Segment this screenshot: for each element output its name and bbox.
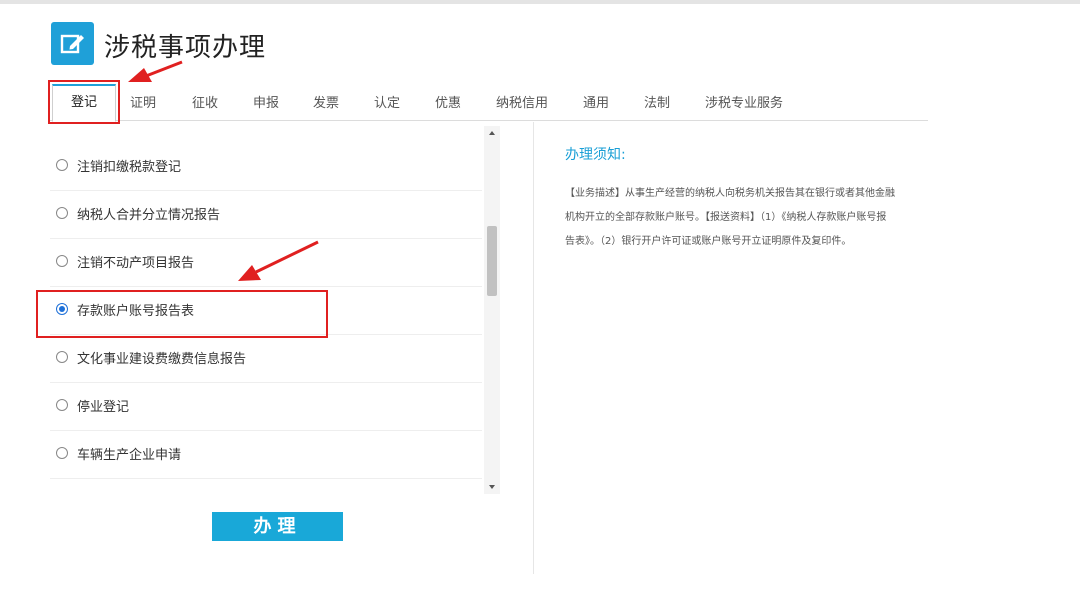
annotation-arrow-tab [128, 60, 183, 82]
handle-button[interactable]: 办理 [212, 512, 343, 541]
radio-button[interactable] [56, 399, 68, 411]
list-item[interactable]: 文化事业建设费缴费信息报告 [50, 334, 482, 383]
tab-certificate[interactable]: 证明 [130, 92, 156, 111]
tab-legal[interactable]: 法制 [644, 92, 670, 111]
edit-icon [51, 22, 94, 65]
list-item[interactable]: 注销不动产项目报告 [50, 238, 482, 287]
tab-general[interactable]: 通用 [583, 92, 609, 111]
list-item[interactable]: 存款账户账号报告表 [50, 286, 482, 335]
list-scrollbar[interactable] [484, 126, 500, 494]
top-border [0, 0, 1080, 4]
tab-registration[interactable]: 登记 [52, 84, 116, 122]
tab-tax-professional-service[interactable]: 涉税专业服务 [705, 92, 783, 111]
list-item-label: 停业登记 [77, 400, 130, 415]
scroll-down-arrow-icon[interactable] [484, 480, 500, 494]
tab-bar: 登记 证明 征收 申报 发票 认定 优惠 纳税信用 通用 法制 涉税专业服务 [50, 84, 928, 122]
radio-button[interactable] [56, 351, 68, 363]
scroll-up-arrow-icon[interactable] [484, 126, 500, 140]
tab-preference[interactable]: 优惠 [435, 92, 461, 111]
radio-button[interactable] [56, 255, 68, 267]
list-item-label: 存款账户账号报告表 [77, 304, 195, 319]
matter-list: 注销扣缴税款登记 纳税人合并分立情况报告 注销不动产项目报告 存款账户账号报告表… [40, 128, 485, 484]
list-item-label: 注销扣缴税款登记 [77, 160, 182, 175]
radio-button[interactable] [56, 447, 68, 459]
list-item-label: 文化事业建设费缴费信息报告 [77, 352, 247, 367]
notice-text: 【业务描述】从事生产经营的纳税人向税务机关报告其在银行或者其他金融机构开立的全部… [565, 188, 895, 247]
tab-recognition[interactable]: 认定 [374, 92, 400, 111]
scroll-thumb[interactable] [487, 226, 497, 296]
page-title: 涉税事项办理 [104, 33, 267, 63]
list-item-label: 车辆生产企业申请 [77, 448, 182, 463]
tab-declaration[interactable]: 申报 [253, 92, 279, 111]
list-item[interactable]: 车辆生产企业申请 [50, 430, 482, 479]
list-item[interactable]: 纳税人合并分立情况报告 [50, 190, 482, 239]
tab-collection[interactable]: 征收 [192, 92, 218, 111]
radio-button[interactable] [56, 159, 68, 171]
vertical-divider [533, 122, 534, 574]
tab-tax-credit[interactable]: 纳税信用 [496, 92, 548, 111]
list-item-label: 纳税人合并分立情况报告 [77, 208, 221, 223]
tab-invoice[interactable]: 发票 [313, 92, 339, 111]
list-item[interactable]: 停业登记 [50, 382, 482, 431]
list-item[interactable]: 注销扣缴税款登记 [50, 142, 482, 191]
radio-button[interactable] [56, 207, 68, 219]
notice-title: 办理须知: [565, 147, 626, 163]
radio-button-checked[interactable] [56, 303, 68, 315]
list-item-label: 注销不动产项目报告 [77, 256, 195, 271]
